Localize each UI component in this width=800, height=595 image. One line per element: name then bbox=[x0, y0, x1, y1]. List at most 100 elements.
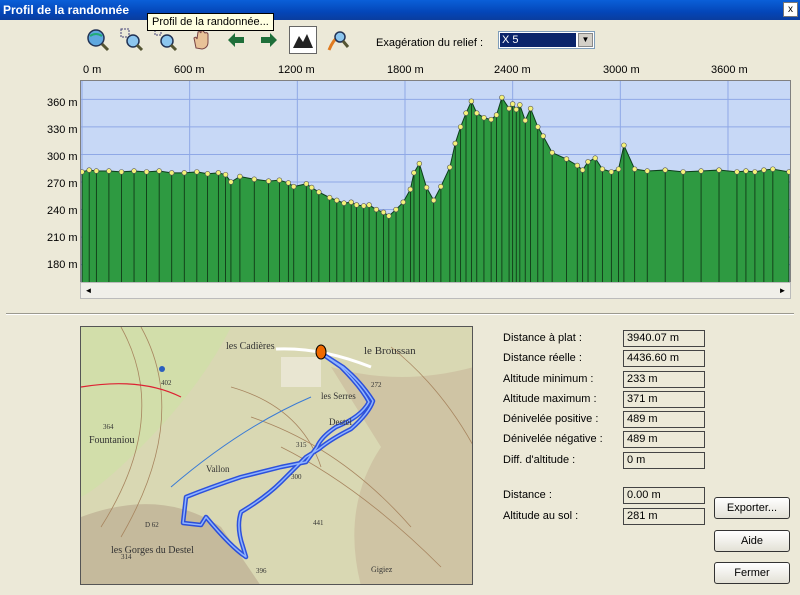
x-tick-label: 2400 m bbox=[494, 64, 531, 76]
x-tick-label: 1800 m bbox=[387, 64, 424, 76]
elevation-point bbox=[752, 169, 758, 175]
close-window-button[interactable]: x bbox=[783, 2, 798, 17]
elevation-point bbox=[308, 184, 315, 191]
elevation-point bbox=[438, 183, 444, 190]
elevation-point bbox=[181, 170, 187, 176]
search-path-icon[interactable] bbox=[324, 26, 352, 54]
elevation-point bbox=[716, 167, 722, 173]
elevation-point bbox=[631, 166, 638, 172]
x-tick-label: 0 m bbox=[83, 64, 102, 76]
elevation-point bbox=[540, 133, 546, 139]
stat-value: 489 m bbox=[623, 431, 705, 448]
elevation-point bbox=[291, 183, 297, 190]
stat-label: Distance à plat : bbox=[503, 332, 582, 344]
elevation-point bbox=[93, 168, 100, 174]
elevation-point bbox=[373, 206, 379, 213]
elevation-point bbox=[400, 199, 406, 205]
elevation-point bbox=[380, 209, 387, 216]
map-label: les Serres bbox=[321, 391, 356, 401]
map-label: 402 bbox=[161, 379, 172, 387]
stat-value: 0 m bbox=[623, 452, 705, 469]
map-label: 364 bbox=[103, 423, 114, 431]
elevation-point bbox=[285, 180, 292, 186]
y-tick-label: 240 m bbox=[47, 205, 78, 217]
elevation-point bbox=[585, 159, 591, 165]
elevation-point bbox=[463, 110, 469, 116]
export-button[interactable]: Exporter... bbox=[714, 497, 790, 519]
elevation-point bbox=[251, 176, 257, 182]
cursor-label: Distance : bbox=[503, 489, 552, 501]
elevation-point bbox=[761, 167, 767, 173]
elevation-point bbox=[334, 197, 340, 204]
exaggeration-select[interactable]: X 5 ▼ bbox=[498, 31, 595, 49]
chevron-down-icon[interactable]: ▼ bbox=[578, 33, 593, 47]
elevation-point bbox=[276, 177, 283, 183]
elevation-point bbox=[447, 164, 453, 171]
elevation-point bbox=[326, 194, 333, 201]
map-label: 315 bbox=[296, 441, 307, 449]
stat-value: 371 m bbox=[623, 391, 705, 408]
chart-horizontal-scrollbar[interactable]: ◄ ► bbox=[80, 282, 791, 299]
zoom-in-icon[interactable] bbox=[118, 26, 146, 54]
topographic-map[interactable]: les Cadières le Broussan Fountaniou les Ser… bbox=[80, 326, 473, 585]
elevation-point bbox=[509, 101, 516, 107]
y-tick-label: 330 m bbox=[47, 124, 78, 136]
stat-value: 3940.07 m bbox=[623, 330, 705, 347]
scroll-right-button[interactable]: ► bbox=[775, 283, 790, 298]
elevation-point bbox=[228, 179, 234, 185]
elevation-point bbox=[608, 169, 615, 175]
map-label: les Cadières bbox=[226, 341, 275, 352]
y-tick-label: 300 m bbox=[47, 151, 78, 163]
scroll-left-button[interactable]: ◄ bbox=[81, 283, 96, 298]
close-button[interactable]: Fermer bbox=[714, 562, 790, 584]
y-tick-label: 270 m bbox=[47, 178, 78, 190]
elevation-point bbox=[579, 167, 586, 173]
x-tick-label: 3600 m bbox=[711, 64, 748, 76]
elevation-point bbox=[143, 169, 150, 175]
elevation-point bbox=[386, 213, 392, 219]
elevation-point bbox=[563, 156, 570, 162]
elevation-point bbox=[535, 124, 541, 130]
zoom-globe-icon[interactable] bbox=[84, 26, 112, 54]
map-label: 300 bbox=[291, 473, 302, 481]
elevation-point bbox=[341, 200, 347, 206]
help-button[interactable]: Aide bbox=[714, 530, 790, 552]
elevation-point bbox=[734, 169, 740, 175]
profile-view-icon[interactable] bbox=[289, 26, 317, 54]
elevation-point bbox=[86, 167, 92, 173]
elevation-point bbox=[316, 189, 322, 195]
elevation-point bbox=[786, 169, 790, 175]
elevation-point bbox=[549, 149, 555, 156]
elevation-point bbox=[592, 155, 598, 161]
elevation-chart[interactable] bbox=[80, 80, 791, 299]
map-label: 272 bbox=[371, 381, 382, 389]
y-tick-label: 210 m bbox=[47, 232, 78, 244]
elevation-point bbox=[770, 166, 776, 172]
elevation-point bbox=[361, 203, 367, 209]
map-label: Destel bbox=[329, 417, 352, 427]
toolbar-tooltip: Profil de la randonnée... bbox=[147, 13, 274, 31]
stat-label: Altitude maximum : bbox=[503, 393, 597, 405]
cursor-label: Altitude au sol : bbox=[503, 510, 579, 522]
elevation-point bbox=[407, 186, 414, 193]
window-titlebar: Profil de la randonnée x bbox=[0, 0, 800, 20]
elevation-point bbox=[493, 112, 500, 118]
map-label: les Gorges du Destel bbox=[111, 545, 194, 556]
elevation-point bbox=[517, 102, 523, 108]
elevation-point bbox=[662, 167, 668, 173]
elevation-point bbox=[431, 197, 437, 204]
elevation-point bbox=[348, 199, 354, 205]
elevation-point bbox=[615, 166, 622, 172]
x-tick-label: 600 m bbox=[174, 64, 205, 76]
stat-label: Dénivelée positive : bbox=[503, 413, 599, 425]
elevation-point bbox=[621, 142, 627, 148]
elevation-chart-svg bbox=[81, 81, 790, 284]
exaggeration-value: X 5 bbox=[500, 33, 576, 47]
elevation-point bbox=[393, 206, 399, 213]
elevation-point bbox=[423, 184, 430, 191]
elevation-point bbox=[169, 170, 175, 176]
window-title: Profil de la randonnée bbox=[3, 3, 130, 17]
elevation-point bbox=[474, 110, 480, 116]
elevation-point bbox=[194, 169, 200, 175]
elevation-point bbox=[499, 94, 505, 101]
